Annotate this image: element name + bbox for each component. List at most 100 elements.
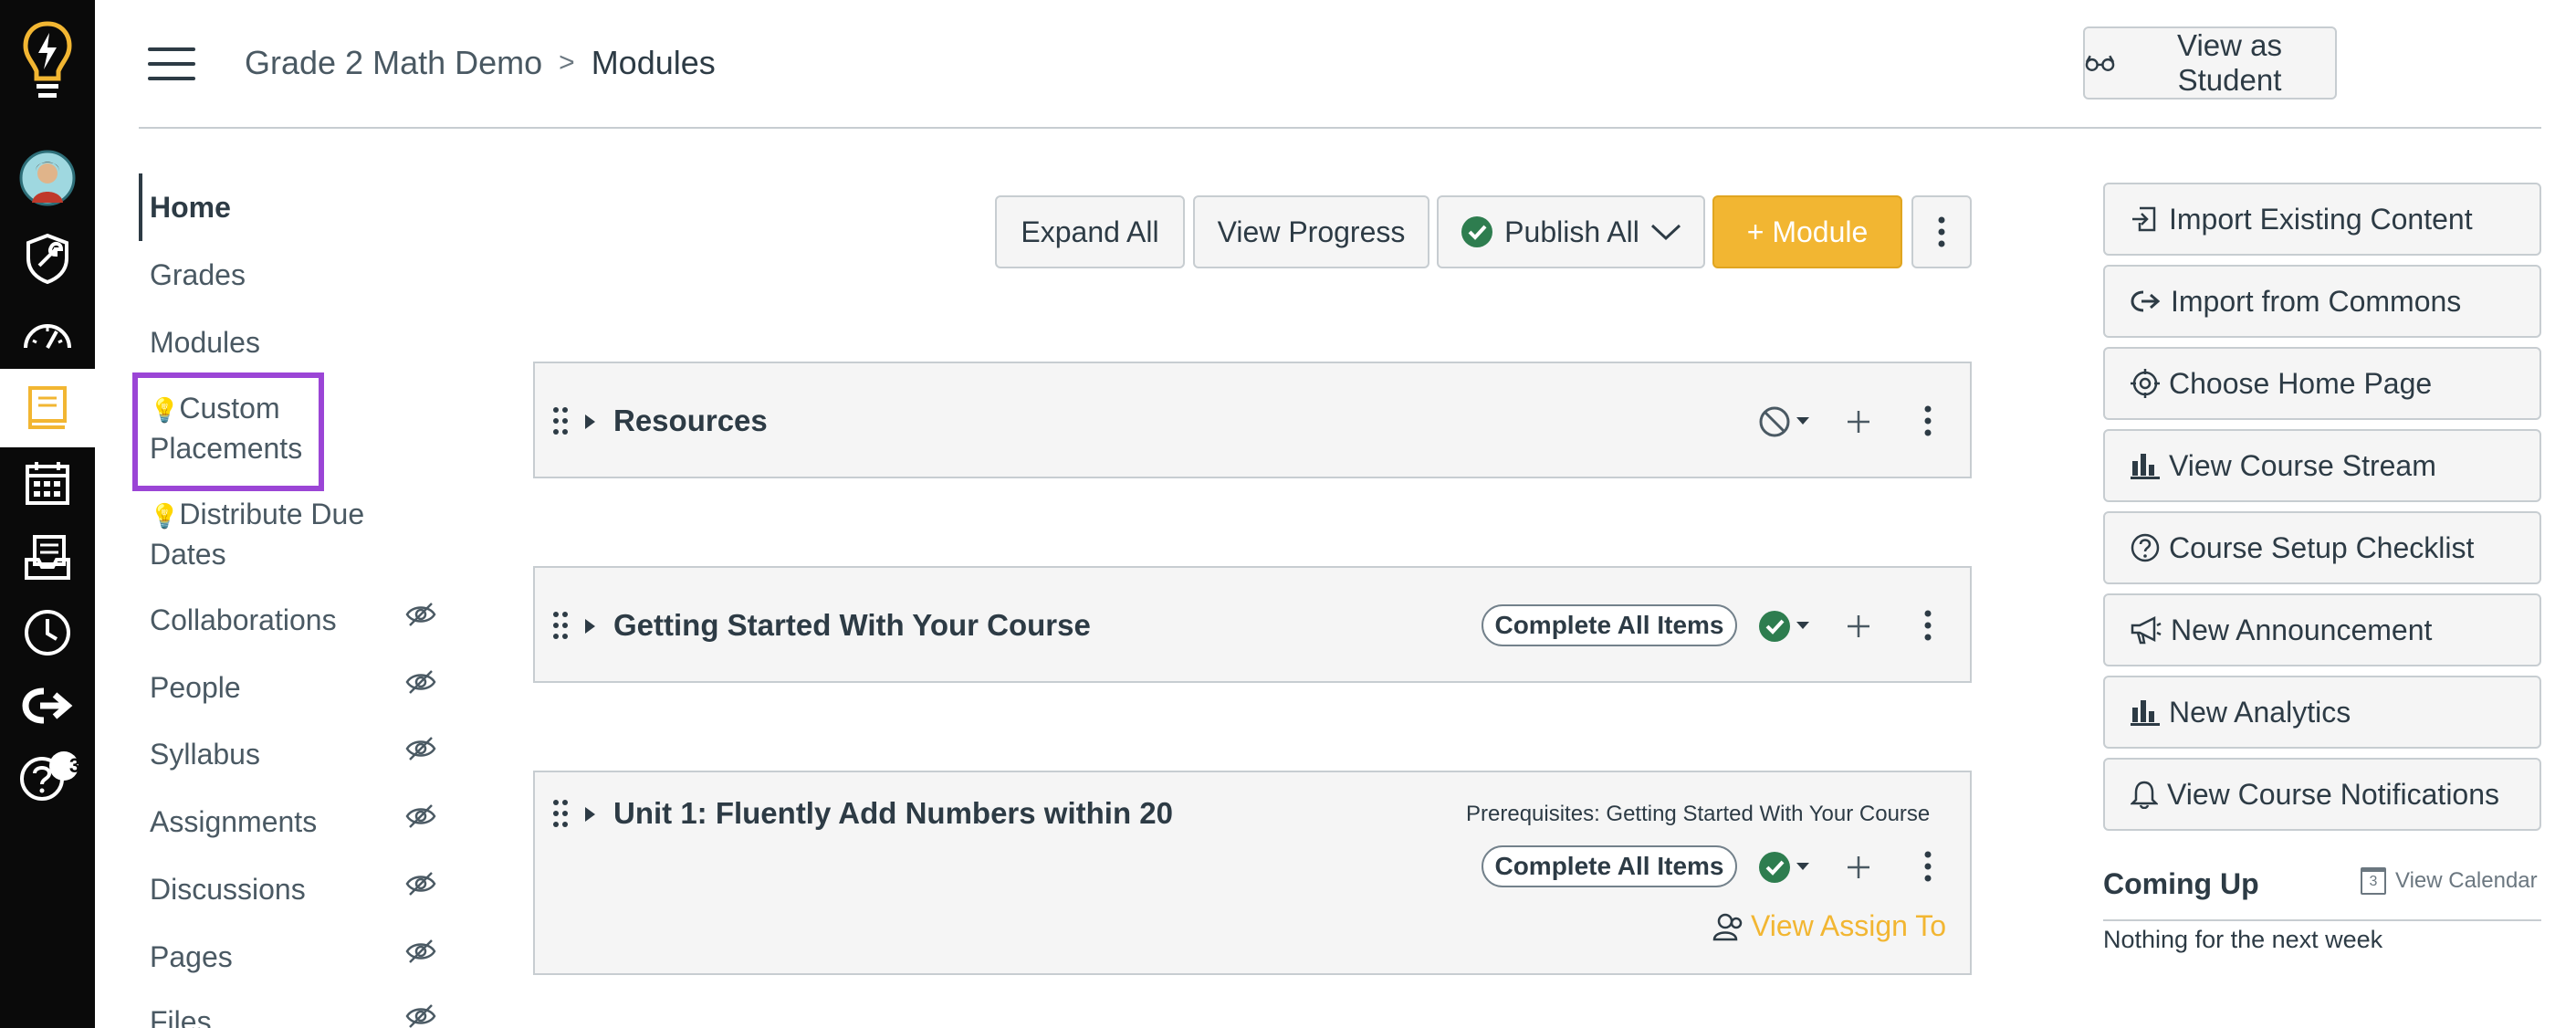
import-from-commons-button[interactable]: Import from Commons [2103,265,2541,338]
publish-all-button[interactable]: Publish All [1437,195,1705,268]
custom-placements-highlight [132,372,324,491]
view-course-notifications-button[interactable]: View Course Notifications [2103,758,2541,831]
calendar-small-icon: 3 [2361,867,2386,895]
distribute-label-2: Dates [150,538,226,571]
lightbulb-icon: 💡 [150,502,180,530]
expand-caret-icon[interactable] [585,619,595,634]
breadcrumb: Grade 2 Math Demo > Modules [245,44,716,82]
module-resources: Resources [533,362,1972,478]
view-assign-to-link[interactable]: View Assign To [1712,909,1946,943]
nothing-upcoming-text: Nothing for the next week [2103,926,2383,953]
bar-chart-icon [2131,454,2160,479]
view-calendar-label: View Calendar [2395,868,2538,893]
module-title: Resources [613,404,768,437]
expand-all-button[interactable]: Expand All [995,195,1185,268]
expand-caret-icon[interactable] [585,414,595,429]
expand-caret-icon[interactable] [585,807,595,822]
choose-home-page-label: Choose Home Page [2169,366,2433,400]
view-assign-to-label: View Assign To [1751,909,1947,942]
unpublished-icon[interactable] [1758,405,1811,438]
import-from-commons-label: Import from Commons [2171,284,2462,318]
megaphone-icon [2131,615,2162,645]
published-check-icon [1461,216,1493,247]
module-unit-1: Unit 1: Fluently Add Numbers within 20 P… [533,771,1972,975]
glasses-icon [2085,55,2115,71]
module-getting-started: Getting Started With Your Course Complet… [533,566,1972,683]
course-nav-modules[interactable]: Modules [150,323,260,362]
view-as-student-button[interactable]: View as Student [2083,26,2337,100]
breadcrumb-current-page: Modules [591,44,716,81]
courses-icon[interactable] [0,369,95,447]
import-existing-content-label: Import Existing Content [2169,202,2473,236]
module-kebab-icon[interactable] [1924,405,1932,436]
add-module-button[interactable]: + Module [1712,195,1902,268]
choose-home-page-button[interactable]: Choose Home Page [2103,347,2541,420]
hidden-eye-icon [405,603,436,626]
divider [2103,919,2541,921]
admin-icon[interactable] [0,226,95,290]
help-badge: 3 [68,754,81,777]
course-nav-home[interactable]: Home [150,188,231,226]
course-nav-files[interactable]: Files [150,1002,212,1028]
breadcrumb-separator: > [559,47,575,78]
account-avatar[interactable] [0,146,95,210]
add-item-icon[interactable] [1846,614,1871,639]
view-calendar-link[interactable]: 3 View Calendar [2361,867,2538,895]
course-nav-syllabus[interactable]: Syllabus [150,735,260,773]
course-nav-people[interactable]: People [150,668,241,707]
published-status-icon[interactable] [1758,851,1811,884]
import-icon [2132,206,2156,232]
drag-handle-icon[interactable] [551,610,570,641]
new-announcement-button[interactable]: New Announcement [2103,593,2541,666]
course-nav-assignments[interactable]: Assignments [150,802,317,841]
view-course-notifications-label: View Course Notifications [2167,777,2500,811]
global-navigation: 3 [0,0,95,1028]
kebab-icon [1938,216,1945,247]
history-icon[interactable] [0,601,95,665]
instructure-logo-icon[interactable] [0,18,95,110]
course-nav-collaborations[interactable]: Collaborations [150,601,337,639]
module-title: Unit 1: Fluently Add Numbers within 20 [613,796,1173,830]
course-nav-distribute-due-dates[interactable]: 💡Distribute Due Dates [150,495,364,573]
view-progress-button[interactable]: View Progress [1193,195,1429,268]
import-existing-content-button[interactable]: Import Existing Content [2103,183,2541,256]
calendar-icon[interactable] [0,451,95,515]
add-item-icon[interactable] [1846,855,1871,880]
hidden-eye-icon [405,670,436,694]
view-course-stream-label: View Course Stream [2169,448,2436,482]
course-nav-grades[interactable]: Grades [150,256,246,294]
module-kebab-icon[interactable] [1924,851,1932,882]
help-icon[interactable]: 3 [0,745,95,809]
drag-handle-icon[interactable] [551,798,570,829]
hidden-eye-icon [405,939,436,963]
active-indicator [139,173,142,241]
question-icon [2131,533,2160,562]
course-nav-discussions[interactable]: Discussions [150,870,306,908]
view-course-stream-button[interactable]: View Course Stream [2103,429,2541,502]
hidden-eye-icon [405,737,436,761]
published-status-icon[interactable] [1758,610,1811,643]
chevron-down-icon [1650,224,1681,241]
course-nav-pages[interactable]: Pages [150,938,233,976]
commons-icon [2131,290,2161,312]
dashboard-icon[interactable] [0,301,95,365]
drag-handle-icon[interactable] [551,405,570,436]
bar-chart-icon [2131,700,2160,726]
publish-all-label: Publish All [1504,215,1639,248]
module-kebab-icon[interactable] [1924,610,1932,641]
course-setup-checklist-button[interactable]: Course Setup Checklist [2103,511,2541,584]
hidden-eye-icon [405,804,436,828]
breadcrumb-course[interactable]: Grade 2 Math Demo [245,44,542,82]
inbox-icon[interactable] [0,526,95,590]
commons-icon[interactable] [0,674,95,738]
requirement-badge: Complete All Items [1482,604,1737,646]
new-analytics-button[interactable]: New Analytics [2103,676,2541,749]
add-item-icon[interactable] [1846,409,1871,435]
hamburger-menu-icon[interactable] [148,47,195,80]
more-options-button[interactable] [1911,195,1972,268]
new-announcement-label: New Announcement [2171,613,2433,646]
bell-icon [2131,781,2158,809]
target-icon [2131,369,2160,398]
new-analytics-label: New Analytics [2169,695,2351,729]
calendar-day-number: 3 [2369,874,2378,889]
